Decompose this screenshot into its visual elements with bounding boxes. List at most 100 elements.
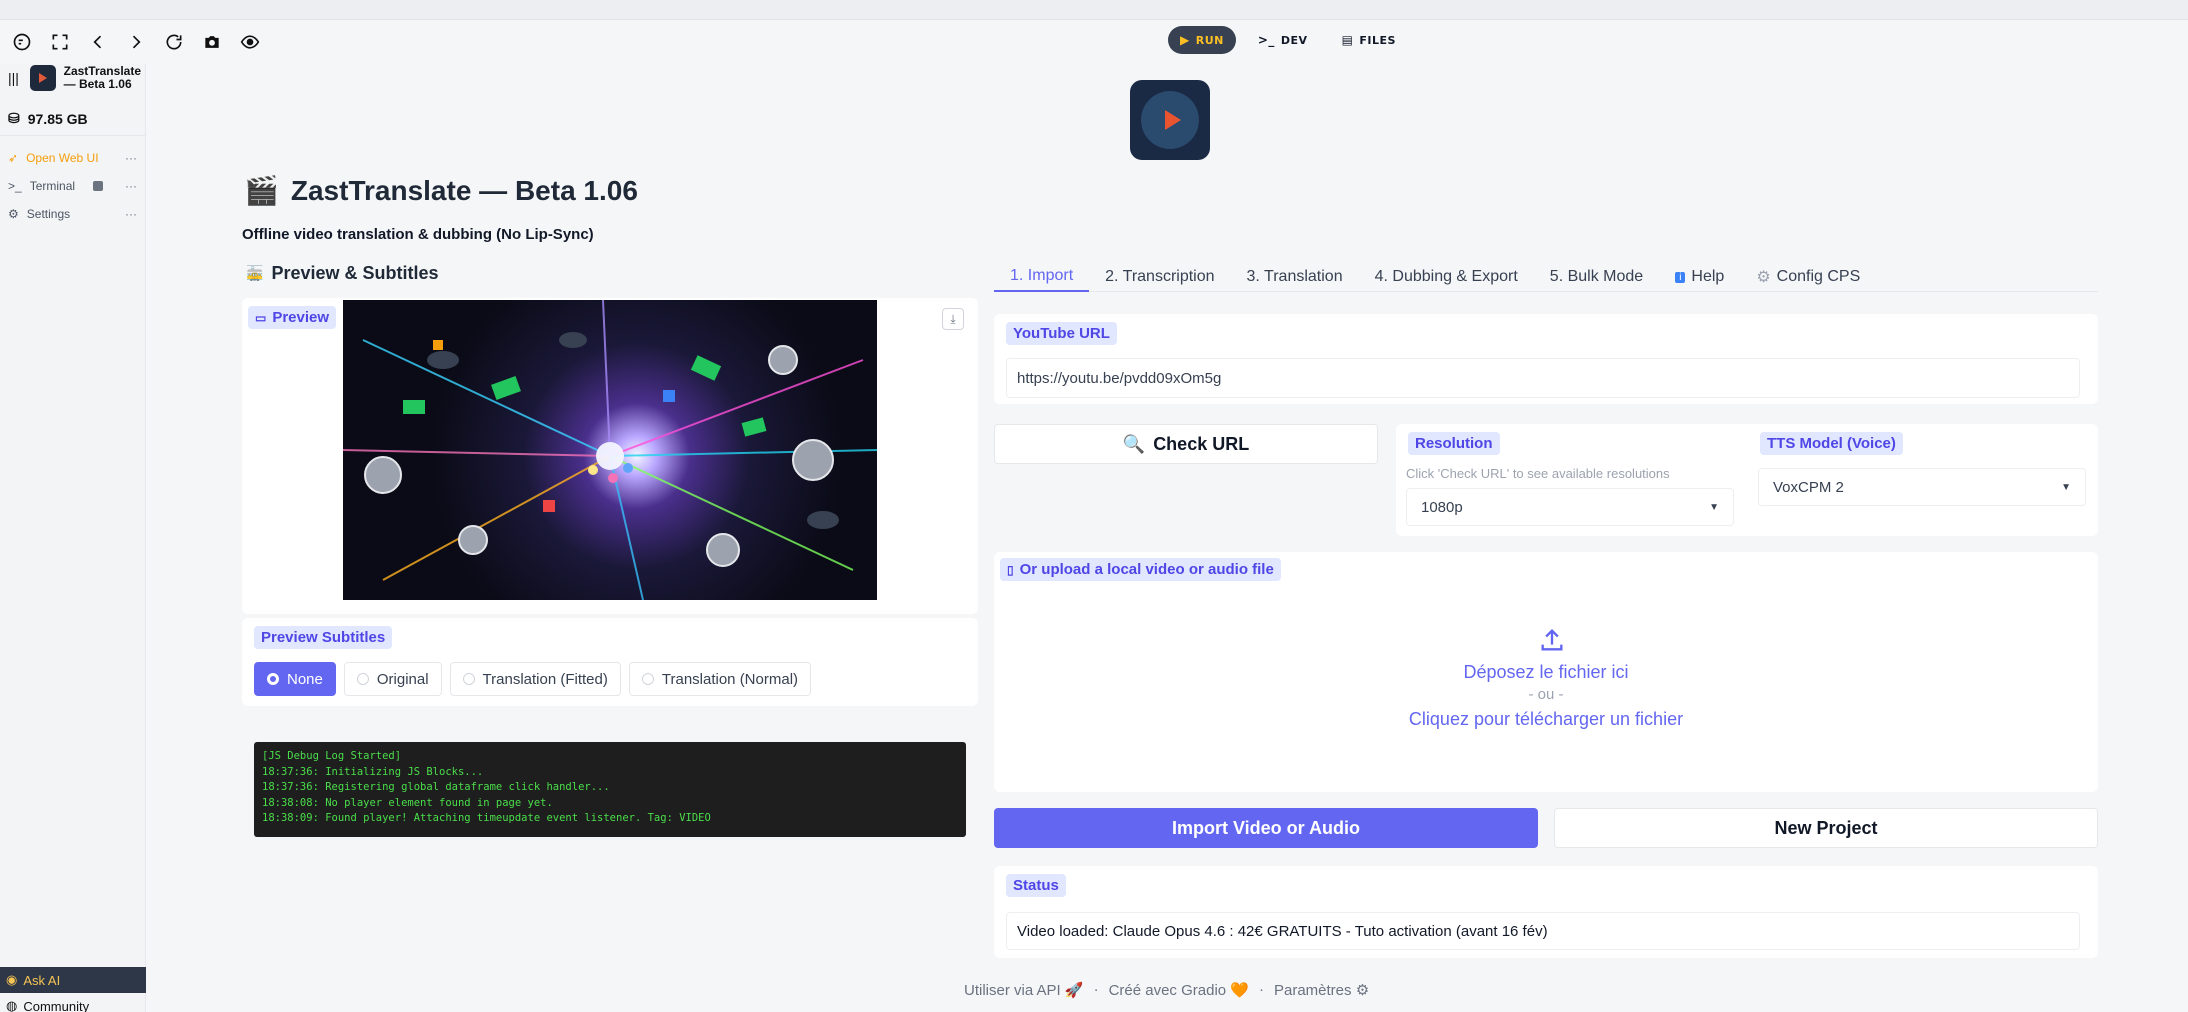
fullscreen-icon[interactable] [46, 28, 74, 56]
tab-transcription[interactable]: 2. Transcription [1089, 262, 1230, 292]
radio-original[interactable]: Original [343, 662, 442, 696]
video-player[interactable] [343, 300, 877, 600]
upload-or-text: - ou - [1528, 686, 1564, 703]
sidebar-item-open-web-ui[interactable]: ➶ Open Web UI ··· [0, 144, 145, 172]
subtitle-radio-group: None Original Translation (Fitted) Trans… [254, 662, 812, 696]
files-mode-button[interactable]: ▤ FILES [1330, 26, 1408, 54]
eye-icon[interactable] [236, 28, 264, 56]
storage-indicator: ⛁ 97.85 GB [0, 102, 145, 136]
dev-mode-button[interactable]: >_ DEV [1246, 26, 1320, 54]
tab-config-cps[interactable]: ⚙ Config CPS [1740, 262, 1876, 292]
resolution-hint: Click 'Check URL' to see available resol… [1406, 466, 1670, 481]
resolution-select[interactable]: 1080p ▼ [1406, 488, 1734, 526]
preview-subtitles-panel: Preview Subtitles None Original Translat… [242, 618, 978, 706]
stop-icon[interactable] [93, 181, 103, 191]
gradio-logo-icon: 🧡 [1230, 982, 1249, 999]
upload-click-text[interactable]: Cliquez pour télécharger un fichier [994, 709, 2098, 730]
tts-model-select[interactable]: VoxCPM 2 ▼ [1758, 468, 2086, 506]
tab-bulk-mode[interactable]: 5. Bulk Mode [1534, 262, 1659, 292]
rocket-icon: 🚀 [1064, 982, 1084, 999]
youtube-url-input[interactable]: https://youtu.be/pvdd09xOm5g [1006, 358, 2080, 398]
left-sidebar: ||| ZastTranslate — Beta 1.06 ⛁ 97.85 GB … [0, 64, 146, 1012]
resolution-tts-panel: Resolution Click 'Check URL' to see avai… [1396, 424, 2098, 536]
sidebar-app-header[interactable]: ||| ZastTranslate — Beta 1.06 [0, 64, 145, 92]
file-upload-dropzone[interactable]: ▯ Or upload a local video or audio file … [994, 552, 2098, 792]
check-url-button[interactable]: 🔍 Check URL [994, 424, 1378, 464]
gradio-link[interactable]: Créé avec Gradio 🧡 [1109, 981, 1249, 999]
radio-none[interactable]: None [254, 662, 336, 696]
youtube-url-label: YouTube URL [1006, 322, 1117, 345]
info-icon: i [1675, 271, 1686, 283]
tab-dubbing-export[interactable]: 4. Dubbing & Export [1359, 262, 1534, 292]
resolution-label: Resolution [1408, 432, 1500, 455]
log-line: [JS Debug Log Started] [262, 750, 402, 762]
app-logo-icon [29, 65, 56, 91]
terminal-icon: >_ [8, 179, 22, 193]
preview-subtitles-label: Preview Subtitles [254, 626, 393, 649]
sidebar-item-settings[interactable]: ⚙ Settings ··· [0, 200, 145, 228]
page-subtitle: Offline video translation & dubbing (No … [242, 226, 594, 243]
log-line: 18:38:09: Found player! Attaching timeup… [262, 812, 711, 824]
more-options-icon[interactable]: ··· [125, 179, 137, 193]
app-logo [1130, 80, 1210, 160]
clapperboard-icon: 🎬 [244, 175, 279, 206]
api-link[interactable]: Utiliser via API 🚀 [964, 981, 1084, 999]
file-icon: ▤ [1341, 33, 1354, 47]
file-icon: ▯ [1007, 562, 1014, 577]
download-icon[interactable]: ⤓ [942, 308, 964, 330]
settings-link[interactable]: Paramètres ⚙ [1274, 981, 1369, 999]
rocket-icon: ➶ [8, 151, 19, 165]
app-toolbar: ▶ RUN >_ DEV ▤ FILES [0, 20, 2188, 64]
search-icon: 🔍 [1122, 433, 1146, 454]
radio-translation-normal[interactable]: Translation (Normal) [628, 662, 812, 696]
terminal-icon: >_ [1257, 33, 1275, 47]
back-icon[interactable] [84, 28, 112, 56]
community-link[interactable]: ◍ Community [0, 995, 146, 1012]
run-mode-button[interactable]: ▶ RUN [1168, 26, 1236, 54]
import-video-button[interactable]: Import Video or Audio [994, 808, 1538, 848]
browser-top-strip [0, 0, 2188, 20]
chevron-down-icon: ▼ [1709, 501, 1719, 513]
gear-icon: ⚙ [1355, 982, 1370, 999]
sidebar-app-name: ZastTranslate — Beta 1.06 [63, 64, 141, 91]
tab-help[interactable]: i Help [1659, 262, 1740, 292]
new-project-button[interactable]: New Project [1554, 808, 2098, 848]
globe-icon: ◍ [6, 998, 18, 1012]
more-options-icon[interactable]: ··· [125, 207, 137, 221]
database-icon: ⛁ [8, 110, 20, 126]
js-debug-log: [JS Debug Log Started] 18:37:36: Initial… [254, 742, 966, 837]
page-title: 🎬 ZastTranslate — Beta 1.06 [244, 174, 638, 207]
more-options-icon[interactable]: ··· [125, 151, 137, 165]
status-label: Status [1006, 874, 1066, 897]
status-textbox[interactable]: Video loaded: Claude Opus 4.6 : 42€ GRAT… [1006, 912, 2080, 950]
log-line: 18:37:36: Registering global dataframe c… [262, 781, 610, 793]
upload-drop-text: Déposez le fichier ici [1463, 662, 1629, 682]
ask-ai-icon: ◉ [6, 972, 18, 987]
gear-icon: ⚙ [8, 207, 19, 221]
upload-label: ▯ Or upload a local video or audio file [1000, 558, 1281, 581]
youtube-url-panel: YouTube URL https://youtu.be/pvdd09xOm5g [994, 314, 2098, 404]
tts-model-label: TTS Model (Voice) [1760, 432, 1903, 455]
preview-section-title: 🚋 Preview & Subtitles [246, 263, 439, 283]
status-panel: Status Video loaded: Claude Opus 4.6 : 4… [994, 866, 2098, 958]
radio-translation-fitted[interactable]: Translation (Fitted) [449, 662, 621, 696]
app-menu-icon[interactable] [8, 28, 36, 56]
tab-import[interactable]: 1. Import [994, 262, 1090, 292]
chevron-down-icon: ▼ [2061, 481, 2071, 493]
tram-icon: 🚋 [246, 265, 264, 281]
ask-ai-button[interactable]: ◉ Ask AI [0, 967, 146, 993]
camera-icon[interactable] [198, 28, 226, 56]
play-circle-icon: ▶ [1180, 33, 1190, 47]
upload-icon [1538, 626, 1566, 654]
forward-icon[interactable] [122, 28, 150, 56]
tab-translation[interactable]: 3. Translation [1231, 262, 1359, 292]
preview-label: ▭ Preview [248, 306, 337, 329]
log-line: 18:38:08: No player element found in pag… [262, 796, 553, 809]
footer: Utiliser via API 🚀 · Créé avec Gradio 🧡 … [964, 981, 1370, 999]
video-icon: ▭ [255, 310, 267, 325]
gear-icon: ⚙ [1756, 269, 1771, 286]
preview-panel: ▭ Preview ⤓ [242, 298, 978, 614]
main-tabs: 1. Import 2. Transcription 3. Translatio… [994, 262, 2098, 292]
reload-icon[interactable] [160, 28, 188, 56]
sidebar-item-terminal[interactable]: >_ Terminal ··· [0, 172, 145, 200]
